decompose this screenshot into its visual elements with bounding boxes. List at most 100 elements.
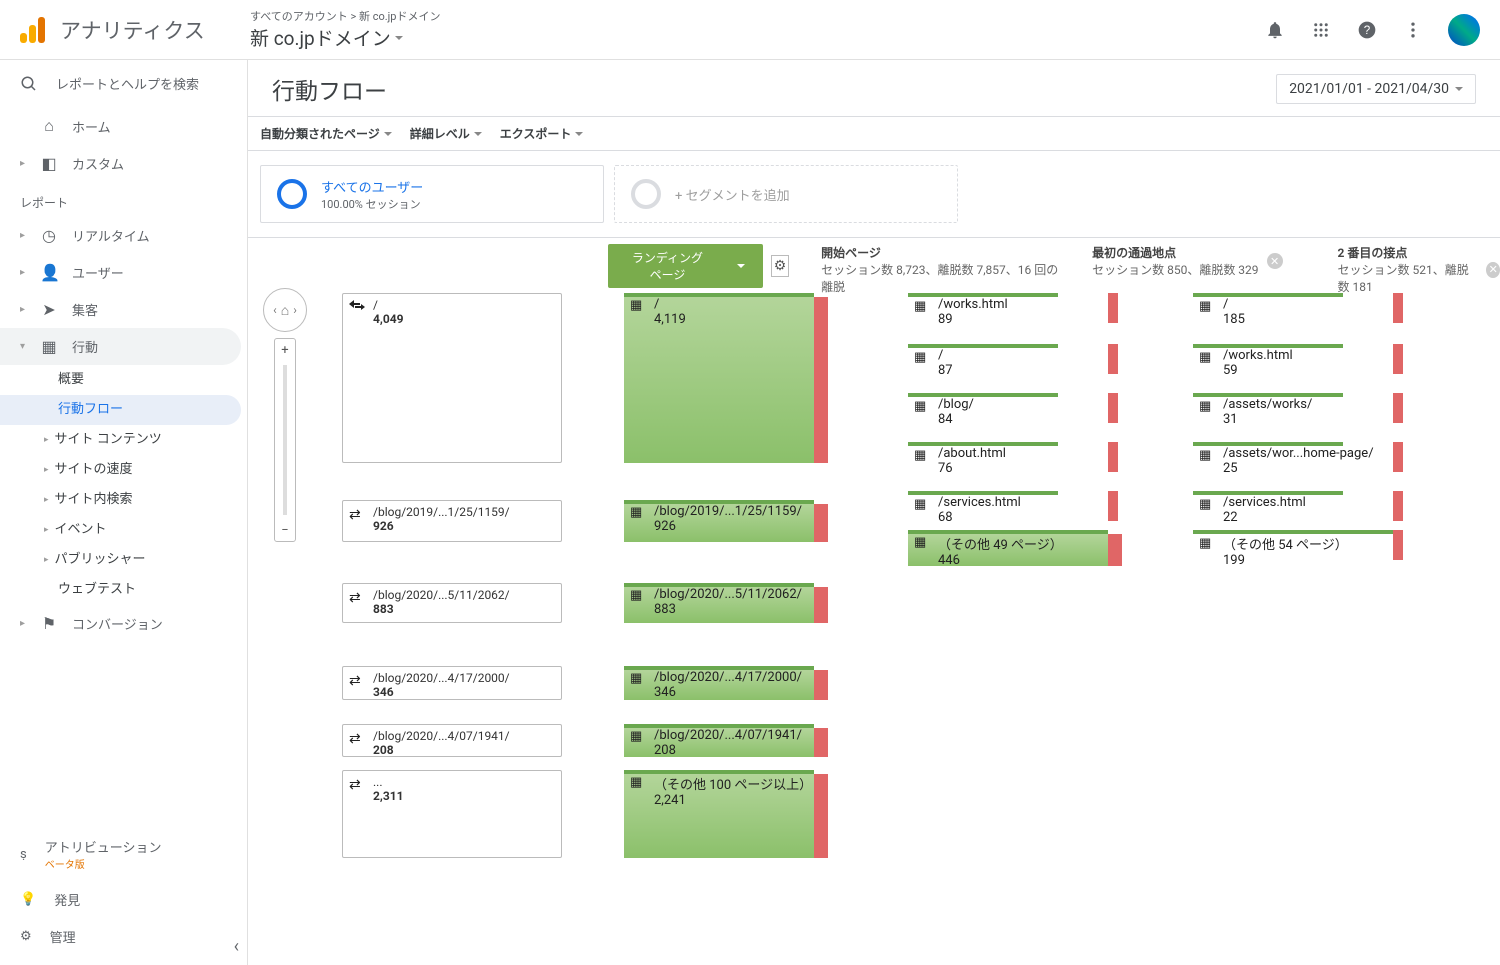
- nav-admin[interactable]: ⚙管理: [0, 918, 247, 955]
- landing-page-dropdown[interactable]: ランディング ページ: [608, 244, 763, 288]
- apps-icon[interactable]: [1310, 19, 1332, 41]
- content-area: 行動フロー 2021/01/01 - 2021/04/30 自動分類されたページ…: [248, 60, 1500, 965]
- more-icon[interactable]: [1402, 19, 1424, 41]
- flow-node[interactable]: ⇄...2,311: [342, 770, 562, 858]
- nav-behavior-speed[interactable]: ▸サイトの速度: [0, 455, 247, 485]
- brand-name: アナリティクス: [60, 15, 205, 45]
- flow-node[interactable]: ▦（その他 54 ページ）199: [1193, 530, 1393, 572]
- page-icon: ▦: [914, 448, 926, 463]
- custom-icon: ◧: [40, 154, 58, 173]
- logo-block: アナリティクス: [20, 15, 240, 45]
- flow-node[interactable]: ▦/works.html89: [908, 293, 1108, 331]
- page-icon: ▦: [630, 775, 642, 790]
- flow-node[interactable]: ▦/services.html22: [1193, 491, 1393, 529]
- page-icon: ▦: [1199, 448, 1211, 463]
- flow-nav-controls: ‹⌂› + −: [263, 288, 307, 542]
- nav-behavior-content[interactable]: ▸サイト コンテンツ: [0, 425, 247, 455]
- page-icon: ▦: [630, 298, 642, 313]
- entry-icon: [349, 300, 365, 314]
- flow-node[interactable]: ▦/blog/2020/...4/07/1941/208: [624, 724, 814, 757]
- entry-icon: ⇄: [349, 731, 361, 747]
- zoom-in-button[interactable]: +: [275, 339, 295, 361]
- flow-node[interactable]: /4,049: [342, 293, 562, 463]
- page-icon: ▦: [914, 399, 926, 414]
- dropdown-icon: [1455, 87, 1463, 91]
- close-icon[interactable]: ✕: [1486, 262, 1500, 278]
- flow-node[interactable]: ▦/assets/wor...home-page/25: [1193, 442, 1393, 480]
- nav-conversion[interactable]: ▸⚑コンバージョン: [0, 605, 247, 642]
- page-icon: ▦: [1199, 536, 1211, 551]
- nav-realtime[interactable]: ▸◷リアルタイム: [0, 217, 247, 254]
- page-icon: ▦: [630, 505, 642, 520]
- flow-node[interactable]: ▦/87: [908, 344, 1108, 382]
- nav-reports-heading: レポート: [0, 182, 247, 217]
- help-icon[interactable]: ?: [1356, 19, 1378, 41]
- nav-behavior-publisher[interactable]: ▸パブリッシャー: [0, 545, 247, 575]
- avatar[interactable]: [1448, 14, 1480, 46]
- date-range-picker[interactable]: 2021/01/01 - 2021/04/30: [1276, 74, 1476, 104]
- collapse-sidebar-icon[interactable]: ‹: [234, 936, 239, 957]
- bulb-icon: 💡: [20, 892, 36, 907]
- flow-node[interactable]: ▦/blog/2019/...1/25/1159/926: [624, 500, 814, 542]
- ga-logo-icon: [20, 17, 46, 43]
- home-icon: ⌂: [40, 116, 58, 136]
- col-header-second: 2 番目の接点セッション数 521、離脱数 181✕: [1337, 244, 1500, 295]
- segment-all-users[interactable]: すべてのユーザー100.00% セッション: [260, 165, 604, 223]
- acquisition-icon: ➤: [40, 300, 58, 319]
- user-icon: 👤: [40, 263, 58, 282]
- page-title: 行動フロー: [272, 72, 387, 106]
- segment-add[interactable]: + セグメントを追加: [614, 165, 958, 223]
- flow-node[interactable]: ▦/blog/84: [908, 393, 1108, 431]
- flow-node[interactable]: ▦/services.html68: [908, 491, 1108, 529]
- nav-custom[interactable]: ▸◧カスタム: [0, 145, 247, 182]
- gear-button[interactable]: ⚙: [771, 255, 789, 277]
- flow-node[interactable]: ⇄/blog/2020/...4/07/1941/208: [342, 724, 562, 757]
- col-header-start: 開始ページセッション数 8,723、離脱数 7,857、16 回の離脱: [821, 244, 1060, 295]
- zoom-out-button[interactable]: −: [275, 519, 295, 541]
- nav-behavior-search[interactable]: ▸サイト内検索: [0, 485, 247, 515]
- col-header-first: 最初の通過地点セッション数 850、離脱数 329✕: [1092, 244, 1305, 278]
- nav-behavior-events[interactable]: ▸イベント: [0, 515, 247, 545]
- nav-behavior[interactable]: ▾▦行動: [0, 328, 241, 365]
- flow-node[interactable]: ▦（その他 49 ページ）446: [908, 530, 1108, 566]
- notifications-icon[interactable]: [1264, 19, 1286, 41]
- flow-node[interactable]: ▦/blog/2020/...4/17/2000/346: [624, 666, 814, 700]
- nav-behavior-overview[interactable]: 概要: [0, 365, 247, 395]
- toolbar-export[interactable]: エクスポート: [500, 125, 584, 142]
- flow-node[interactable]: ▦/works.html59: [1193, 344, 1393, 382]
- account-current: 新 co.jpドメイン: [250, 24, 391, 51]
- nav-users[interactable]: ▸👤ユーザー: [0, 254, 247, 291]
- zoom-slider[interactable]: [283, 365, 287, 515]
- page-icon: ▦: [914, 497, 926, 512]
- flow-node[interactable]: ▦/about.html76: [908, 442, 1108, 480]
- entry-icon: ⇄: [349, 777, 361, 793]
- flow-node[interactable]: ⇄/blog/2019/...1/25/1159/926: [342, 500, 562, 542]
- flow-node[interactable]: ▦/blog/2020/...5/11/2062/883: [624, 583, 814, 623]
- nav-behavior-webtest[interactable]: ウェブテスト: [0, 575, 247, 605]
- sidebar-search[interactable]: レポートとヘルプを検索: [0, 60, 247, 107]
- page-icon: ▦: [1199, 497, 1211, 512]
- flow-node[interactable]: ⇄/blog/2020/...4/17/2000/346: [342, 666, 562, 700]
- page-icon: ▦: [1199, 350, 1211, 365]
- flow-area: ランディング ページ ⚙ 開始ページセッション数 8,723、離脱数 7,857…: [248, 238, 1500, 965]
- flow-node[interactable]: ▦/4,119: [624, 293, 814, 463]
- flow-node[interactable]: ▦（その他 100 ページ以上）2,241: [624, 770, 814, 858]
- nav-discover[interactable]: 💡発見: [0, 881, 247, 918]
- toolbar-classify[interactable]: 自動分類されたページ: [260, 125, 392, 142]
- nav-home[interactable]: ⌂ホーム: [0, 107, 247, 145]
- toolbar: 自動分類されたページ 詳細レベル エクスポート: [248, 116, 1500, 151]
- flow-node[interactable]: ▦/assets/works/31: [1193, 393, 1393, 431]
- close-icon[interactable]: ✕: [1267, 253, 1283, 269]
- toolbar-detail[interactable]: 詳細レベル: [410, 125, 482, 142]
- flow-home-button[interactable]: ‹⌂›: [263, 288, 307, 332]
- page-icon: ▦: [1199, 399, 1211, 414]
- search-placeholder: レポートとヘルプを検索: [56, 74, 199, 93]
- nav-acquisition[interactable]: ▸➤集客: [0, 291, 247, 328]
- account-switcher[interactable]: すべてのアカウント > 新 co.jpドメイン 新 co.jpドメイン: [250, 8, 440, 51]
- entry-icon: ⇄: [349, 590, 361, 606]
- flow-node[interactable]: ▦/185: [1193, 293, 1393, 331]
- nav-behavior-flow[interactable]: 行動フロー: [0, 395, 241, 425]
- nav-attribution[interactable]: ṣアトリビューションベータ版: [0, 828, 247, 881]
- page-icon: ▦: [914, 535, 926, 550]
- flow-node[interactable]: ⇄/blog/2020/...5/11/2062/883: [342, 583, 562, 623]
